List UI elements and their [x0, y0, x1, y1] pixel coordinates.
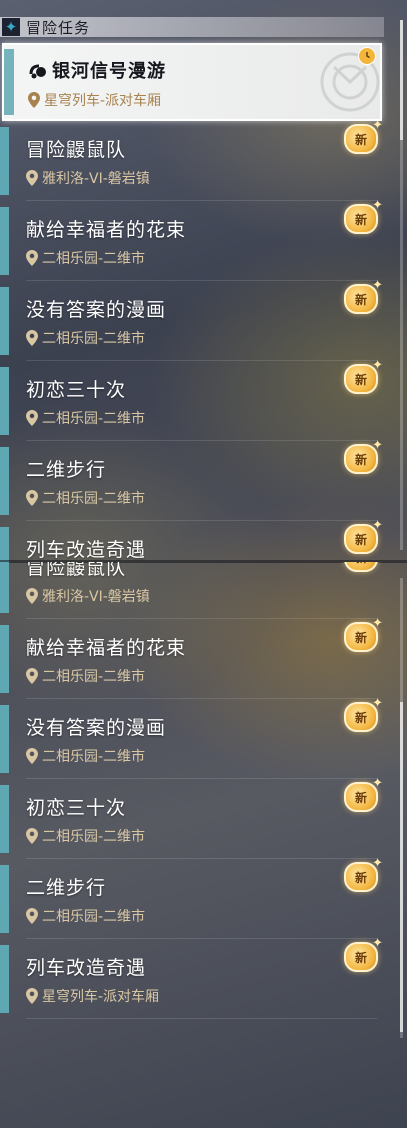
item-accent-bar: [4, 49, 14, 115]
sparkle-icon: ✦: [372, 518, 383, 533]
location-pin-icon: [28, 92, 40, 108]
diamond-star-icon: ✦: [2, 18, 20, 36]
quest-title: 二维步行: [26, 877, 107, 899]
quest-item[interactable]: 献给幸福者的花束 二相乐园-二维市 新 ✦: [0, 198, 385, 281]
location-pin-icon: [26, 588, 38, 604]
quest-title: 冒险鼹鼠队: [26, 562, 127, 579]
sparkle-icon: ✦: [372, 278, 383, 293]
quest-location: 雅利洛-VI-磐岩镇: [26, 168, 150, 188]
new-badge: 新✦: [344, 696, 383, 732]
new-badge: 新✦: [344, 616, 383, 652]
quest-title: 列车改造奇遇: [26, 957, 147, 979]
quest-title: 初恋三十次: [26, 797, 127, 819]
item-accent-bar: [0, 287, 9, 355]
location-pin-icon: [26, 490, 38, 506]
sparkle-icon: ✦: [372, 856, 383, 871]
quest-item[interactable]: 献给幸福者的花束 二相乐园-二维市 新 ✦: [0, 616, 385, 699]
quest-item[interactable]: 初恋三十次 二相乐园-二维市 新 ✦: [0, 776, 385, 859]
quest-item[interactable]: 列车改造奇遇 星穹列车-派对车厢 新 ✦: [0, 936, 385, 1019]
quest-location: 星穹列车-派对车厢: [28, 90, 161, 110]
item-accent-bar: [0, 127, 9, 195]
quest-title: 献给幸福者的花束: [26, 637, 187, 659]
divider: [26, 1018, 377, 1019]
quest-item[interactable]: 列车改造奇遇 新 ✦: [0, 518, 385, 562]
quest-panel-bottom: 冒险鼹鼠队 雅利洛-VI-磐岩镇 新✦ 献给幸福者的花束 二相乐园-二维市 新✦…: [0, 562, 407, 1128]
new-badge: 新✦: [344, 518, 383, 554]
quest-title: 二维步行: [26, 459, 107, 481]
quest-item[interactable]: 冒险鼹鼠队 雅利洛-VI-磐岩镇 新✦: [0, 118, 385, 201]
quest-item-selected[interactable]: 银河信号漫游 星穹列车-派对车厢: [2, 43, 382, 121]
signal-icon: [29, 64, 46, 79]
sparkle-icon: ✦: [372, 198, 383, 213]
item-accent-bar: [0, 562, 9, 613]
scrollbar-thumb[interactable]: [400, 20, 403, 140]
quest-item[interactable]: 二维步行 二相乐园-二维市 新 ✦: [0, 856, 385, 939]
sparkle-icon: ✦: [372, 118, 383, 133]
item-accent-bar: [0, 705, 9, 773]
quest-title: 冒险鼹鼠队: [26, 139, 127, 161]
sparkle-icon: ✦: [372, 776, 383, 791]
sparkle-icon: ✦: [372, 358, 383, 373]
quest-location: 二相乐园-二维市: [26, 488, 145, 508]
quest-location: 二相乐园-二维市: [26, 746, 145, 766]
item-accent-bar: [0, 785, 9, 853]
location-pin-icon: [26, 170, 38, 186]
quest-location: 二相乐园-二维市: [26, 248, 145, 268]
quest-panel-top: ✦ 冒险任务 银河信号漫游 星穹列车-派对车厢 冒险鼹鼠队 雅利洛-VI-磐岩镇…: [0, 0, 407, 562]
item-accent-bar: [0, 207, 9, 275]
quest-title: 献给幸福者的花束: [26, 219, 187, 241]
new-badge: 新✦: [344, 856, 383, 892]
quest-title: 没有答案的漫画: [26, 717, 167, 739]
location-pin-icon: [26, 988, 38, 1004]
sparkle-icon: ✦: [372, 696, 383, 711]
sparkle-icon: ✦: [372, 616, 383, 631]
section-title: 冒险任务: [26, 18, 91, 37]
quest-item[interactable]: 二维步行 二相乐园-二维市 新 ✦: [0, 438, 385, 521]
new-badge: 新✦: [344, 278, 383, 314]
quest-location: 二相乐园-二维市: [26, 408, 145, 428]
item-accent-bar: [0, 447, 9, 515]
new-badge: 新✦: [344, 198, 383, 234]
new-badge: 新✦: [344, 438, 383, 474]
item-accent-bar: [0, 945, 9, 1013]
quest-title: 银河信号漫游: [28, 57, 166, 83]
location-pin-icon: [26, 668, 38, 684]
location-pin-icon: [26, 748, 38, 764]
location-pin-icon: [26, 250, 38, 266]
quest-location: 二相乐园-二维市: [26, 328, 145, 348]
item-accent-bar: [0, 367, 9, 435]
location-pin-icon: [26, 908, 38, 924]
location-pin-icon: [26, 330, 38, 346]
quest-item[interactable]: 没有答案的漫画 二相乐园-二维市 新 ✦: [0, 696, 385, 779]
clock-icon: [358, 47, 376, 65]
new-badge: 新✦: [344, 358, 383, 394]
sparkle-icon: ✦: [372, 936, 383, 951]
quest-location: 雅利洛-VI-磐岩镇: [26, 586, 150, 606]
new-badge: 新✦: [344, 936, 383, 972]
sparkle-icon: ✦: [372, 438, 383, 453]
quest-item[interactable]: 没有答案的漫画 二相乐园-二维市 新 ✦: [0, 278, 385, 361]
quest-item[interactable]: 冒险鼹鼠队 雅利洛-VI-磐岩镇 新✦: [0, 562, 385, 619]
quest-location: 二相乐园-二维市: [26, 666, 145, 686]
new-badge: 新✦: [344, 776, 383, 812]
section-header: ✦ 冒险任务: [0, 17, 384, 37]
quest-item[interactable]: 初恋三十次 二相乐园-二维市 新 ✦: [0, 358, 385, 441]
scrollbar-thumb[interactable]: [400, 702, 403, 1032]
quest-title: 没有答案的漫画: [26, 299, 167, 321]
item-accent-bar: [0, 865, 9, 933]
location-pin-icon: [26, 828, 38, 844]
new-badge: 新✦: [344, 562, 378, 572]
quest-location: 星穹列车-派对车厢: [26, 986, 159, 1006]
quest-title: 列车改造奇遇: [26, 539, 147, 561]
quest-location: 二相乐园-二维市: [26, 906, 145, 926]
item-accent-bar: [0, 527, 9, 562]
new-badge: 新✦: [344, 118, 383, 154]
location-pin-icon: [26, 410, 38, 426]
quest-location: 二相乐园-二维市: [26, 826, 145, 846]
quest-title: 初恋三十次: [26, 379, 127, 401]
item-accent-bar: [0, 625, 9, 693]
